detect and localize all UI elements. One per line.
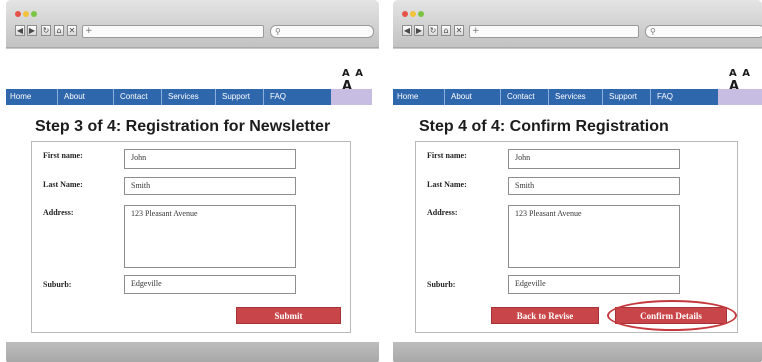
browser-toolbar: ◀ ▶ ↻ ⌂ ✕ + ⚲: [6, 0, 379, 48]
text-size-medium[interactable]: A: [355, 68, 364, 79]
first-name-field: John: [508, 149, 680, 169]
nav-contact[interactable]: Contact: [501, 89, 549, 105]
home-icon[interactable]: ⌂: [54, 25, 64, 36]
forward-arrow-icon[interactable]: ▶: [27, 25, 37, 36]
browser-window-step-4: ◀ ▶ ↻ ⌂ ✕ + ⚲ A A A Home About Contact S…: [393, 0, 762, 362]
stop-icon[interactable]: ✕: [67, 25, 77, 36]
first-name-label: First name:: [427, 151, 467, 160]
address-label: Address:: [427, 208, 458, 217]
confirm-highlight-ring: [607, 300, 737, 331]
nav-home[interactable]: Home: [6, 89, 58, 105]
page-content: A A A Home About Contact Services Suppor…: [6, 49, 379, 342]
refresh-icon[interactable]: ↻: [41, 25, 51, 36]
nav-about[interactable]: About: [58, 89, 114, 105]
browser-toolbar: ◀ ▶ ↻ ⌂ ✕ + ⚲: [393, 0, 762, 48]
last-name-field[interactable]: Smith: [124, 177, 296, 195]
nav-links: Home About Contact Services Support FAQ: [6, 89, 331, 105]
back-arrow-icon[interactable]: ◀: [15, 25, 25, 36]
first-name-label: First name:: [43, 151, 83, 160]
address-field[interactable]: 123 Pleasant Avenue: [124, 205, 296, 268]
back-to-revise-button[interactable]: Back to Revise: [491, 307, 599, 324]
address-bar[interactable]: +: [469, 25, 639, 38]
window-bottom-bar: [393, 342, 762, 362]
back-arrow-icon[interactable]: ◀: [402, 25, 412, 36]
nav-support[interactable]: Support: [603, 89, 651, 105]
close-dot[interactable]: [15, 11, 21, 17]
search-field[interactable]: ⚲: [270, 25, 374, 38]
nav-faq[interactable]: FAQ: [651, 89, 718, 105]
nav-faq[interactable]: FAQ: [264, 89, 331, 105]
nav-contact[interactable]: Contact: [114, 89, 162, 105]
close-dot[interactable]: [402, 11, 408, 17]
nav-about[interactable]: About: [445, 89, 501, 105]
nav-filler: [331, 89, 372, 105]
window-bottom-bar: [6, 342, 379, 362]
search-icon: ⚲: [650, 27, 656, 36]
suburb-field[interactable]: Edgeville: [124, 275, 296, 294]
stop-icon[interactable]: ✕: [454, 25, 464, 36]
nav-home[interactable]: Home: [393, 89, 445, 105]
search-icon: ⚲: [275, 27, 281, 36]
add-tab-icon[interactable]: +: [472, 26, 480, 37]
minimize-dot[interactable]: [410, 11, 416, 17]
last-name-label: Last Name:: [427, 180, 467, 189]
site-navigation: Home About Contact Services Support FAQ: [6, 89, 372, 105]
zoom-dot[interactable]: [31, 11, 37, 17]
suburb-label: Suburb:: [427, 280, 456, 289]
first-name-field[interactable]: John: [124, 149, 296, 169]
nav-services[interactable]: Services: [162, 89, 216, 105]
refresh-icon[interactable]: ↻: [428, 25, 438, 36]
home-icon[interactable]: ⌂: [441, 25, 451, 36]
add-tab-icon[interactable]: +: [85, 26, 93, 37]
address-label: Address:: [43, 208, 74, 217]
text-size-small[interactable]: A: [342, 68, 351, 79]
address-field: 123 Pleasant Avenue: [508, 205, 680, 268]
text-size-small[interactable]: A: [729, 68, 738, 79]
suburb-label: Suburb:: [43, 280, 72, 289]
browser-window-step-3: ◀ ▶ ↻ ⌂ ✕ + ⚲ A A A Home About Contact S…: [6, 0, 379, 362]
page-title: Step 3 of 4: Registration for Newsletter: [35, 118, 331, 135]
page-title: Step 4 of 4: Confirm Registration: [419, 118, 669, 135]
last-name-field: Smith: [508, 177, 680, 195]
site-navigation: Home About Contact Services Support FAQ: [393, 89, 762, 105]
forward-arrow-icon[interactable]: ▶: [414, 25, 424, 36]
nav-support[interactable]: Support: [216, 89, 264, 105]
suburb-field: Edgeville: [508, 275, 680, 294]
zoom-dot[interactable]: [418, 11, 424, 17]
confirm-form: First name: John Last Name: Smith Addres…: [415, 141, 738, 333]
registration-form: First name: John Last Name: Smith Addres…: [31, 141, 351, 333]
last-name-label: Last Name:: [43, 180, 83, 189]
submit-button[interactable]: Submit: [236, 307, 341, 324]
text-size-medium[interactable]: A: [742, 68, 751, 79]
nav-links: Home About Contact Services Support FAQ: [393, 89, 718, 105]
address-bar[interactable]: +: [82, 25, 264, 38]
search-field[interactable]: ⚲: [645, 25, 762, 38]
nav-services[interactable]: Services: [549, 89, 603, 105]
minimize-dot[interactable]: [23, 11, 29, 17]
nav-filler: [718, 89, 762, 105]
page-content: A A A Home About Contact Services Suppor…: [393, 49, 762, 342]
